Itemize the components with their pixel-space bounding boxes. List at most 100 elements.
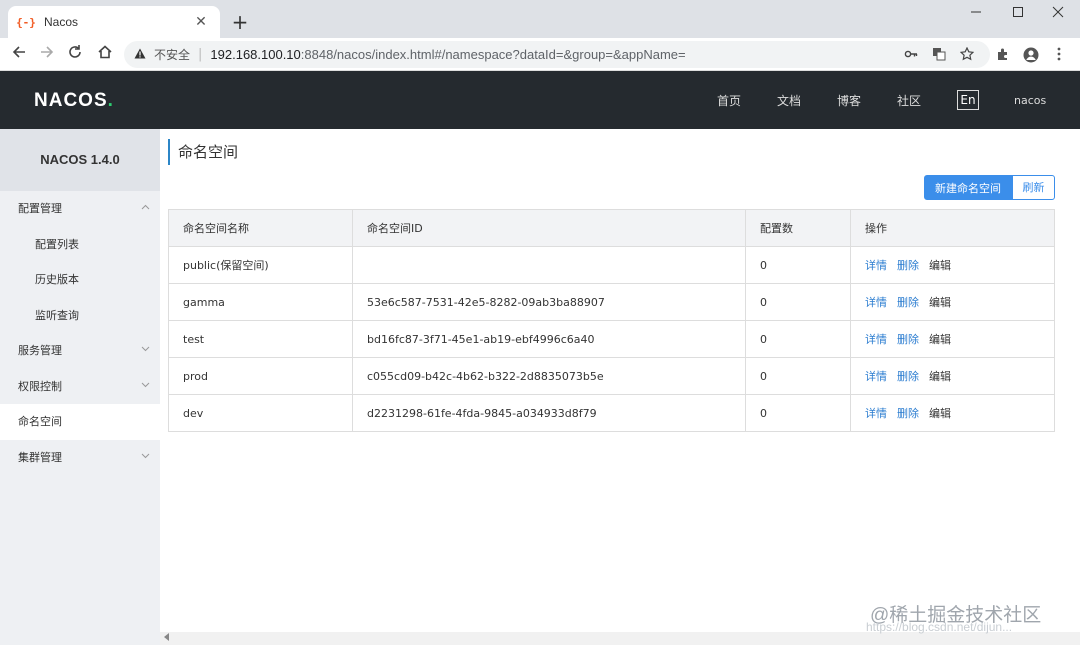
sidebar-item-config-list[interactable]: 配置列表 [0,227,160,263]
insecure-label: 不安全 [154,48,191,62]
chevron-down-icon [141,369,150,405]
config-count: 0 [745,394,851,432]
extensions-icon[interactable] [994,47,1012,65]
sidebar-item-history[interactable]: 历史版本 [0,262,160,298]
detail-link[interactable]: 详情 [865,259,887,272]
column-header-count: 配置数 [745,209,851,247]
sidebar-item-label: 配置列表 [35,237,79,251]
sidebar-item-label: 权限控制 [18,379,62,393]
config-count: 0 [745,283,851,321]
namespace-id: 53e6c587-7531-42e5-8282-09ab3ba88907 [352,283,746,321]
sidebar-item-config-management[interactable]: 配置管理 [0,191,160,227]
reload-icon[interactable] [62,42,88,68]
table-header-row: 命名空间名称 命名空间ID 配置数 操作 [168,209,1055,247]
edit-link[interactable]: 编辑 [929,407,951,420]
delete-link[interactable]: 删除 [897,407,919,420]
namespace-name: gamma [168,283,353,321]
edit-link[interactable]: 编辑 [929,259,951,272]
window-close-icon[interactable] [1038,0,1078,30]
detail-link[interactable]: 详情 [865,407,887,420]
sidebar-item-label: 配置管理 [18,202,62,215]
row-actions: 详情 删除 编辑 [850,246,1055,284]
sidebar-item-namespace[interactable]: 命名空间 [0,404,160,440]
sidebar-item-label: 历史版本 [35,273,79,286]
detail-link[interactable]: 详情 [865,296,887,309]
nacos-logo[interactable]: NACOS. [34,90,114,112]
menu-kebab-icon[interactable] [1050,47,1068,65]
edit-link[interactable]: 编辑 [929,333,951,346]
chevron-up-icon [141,191,150,227]
namespace-name: public(保留空间) [168,246,353,284]
address-bar[interactable]: 不安全 | 192.168.100.10:8848/nacos/index.ht… [124,41,990,68]
forward-icon[interactable] [34,42,60,68]
new-namespace-button[interactable]: 新建命名空间 [924,175,1012,200]
nav-docs[interactable]: 文档 [777,92,801,109]
column-header-actions: 操作 [850,209,1055,247]
delete-link[interactable]: 删除 [897,259,919,272]
browser-toolbar: 不安全 | 192.168.100.10:8848/nacos/index.ht… [0,38,1080,71]
delete-link[interactable]: 删除 [897,296,919,309]
sidebar-item-label: 监听查询 [35,308,79,322]
main-content: 命名空间 新建命名空间 刷新 命名空间名称 命名空间ID 配置数 操作 publ… [160,129,1080,645]
sidebar-item-label: 集群管理 [18,450,62,464]
detail-link[interactable]: 详情 [865,333,887,346]
chevron-down-icon [141,333,150,369]
home-icon[interactable] [92,42,118,68]
table-row: public(保留空间) 0 详情 删除 编辑 [168,246,1055,284]
row-actions: 详情 删除 编辑 [850,357,1055,395]
namespace-name: test [168,320,353,358]
nav-blog[interactable]: 博客 [837,92,861,109]
key-icon[interactable] [902,47,920,64]
table-row: prod c055cd09-b42c-4b62-b322-2d8835073b5… [168,357,1055,395]
user-menu[interactable]: nacos [1014,94,1046,107]
namespace-id: d2231298-61fe-4fda-9845-a034933d8f79 [352,394,746,432]
translate-icon[interactable] [930,47,948,64]
table-row: dev d2231298-61fe-4fda-9845-a034933d8f79… [168,394,1055,432]
delete-link[interactable]: 删除 [897,370,919,383]
row-actions: 详情 删除 编辑 [850,394,1055,432]
namespace-name: prod [168,357,353,395]
maximize-icon[interactable] [998,0,1038,30]
detail-link[interactable]: 详情 [865,370,887,383]
close-tab-icon[interactable]: ✕ [192,14,210,30]
column-header-name: 命名空间名称 [168,209,353,247]
namespace-id [352,246,746,284]
new-tab-icon[interactable]: + [228,10,252,34]
app-header: NACOS. 首页 文档 博客 社区 En nacos [0,71,1080,129]
row-actions: 详情 删除 编辑 [850,283,1055,321]
bookmark-star-icon[interactable] [958,46,976,64]
url-path: :8848/nacos/index.html#/namespace?dataId… [300,47,686,62]
language-toggle[interactable]: En [957,90,979,110]
browser-tab[interactable]: {-} Nacos ✕ [8,6,220,38]
config-count: 0 [745,246,851,284]
nacos-favicon-icon: {-} [16,15,36,29]
row-actions: 详情 删除 编辑 [850,320,1055,358]
url-host: 192.168.100.10 [210,47,301,62]
nav-home[interactable]: 首页 [717,92,741,109]
column-header-id: 命名空间ID [352,209,746,247]
table-row: test bd16fc87-3f71-45e1-ab19-ebf4996c6a4… [168,320,1055,358]
logo-text: NACOS [34,90,108,111]
namespace-id: bd16fc87-3f71-45e1-ab19-ebf4996c6a40 [352,320,746,358]
edit-link[interactable]: 编辑 [929,296,951,309]
sidebar-item-access-control[interactable]: 权限控制 [0,369,160,405]
namespace-id: c055cd09-b42c-4b62-b322-2d8835073b5e [352,357,746,395]
sidebar-item-label: 命名空间 [18,415,62,428]
sidebar-item-service-management[interactable]: 服务管理 [0,333,160,369]
namespace-name: dev [168,394,353,432]
sidebar-item-listener-query[interactable]: 监听查询 [0,298,160,334]
logo-dot: . [107,90,114,111]
edit-link[interactable]: 编辑 [929,370,951,383]
profile-icon[interactable] [1022,47,1040,67]
minimize-icon[interactable] [956,0,996,30]
refresh-button[interactable]: 刷新 [1012,175,1055,200]
back-icon[interactable] [6,42,32,68]
scroll-left-icon[interactable] [164,632,170,645]
version-label: NACOS 1.4.0 [0,129,160,191]
namespace-table: 命名空间名称 命名空间ID 配置数 操作 public(保留空间) 0 详情 删除… [168,209,1055,432]
delete-link[interactable]: 删除 [897,333,919,346]
nav-community[interactable]: 社区 [897,92,921,109]
sidebar-item-cluster-management[interactable]: 集群管理 [0,440,160,476]
warning-icon [134,48,148,62]
sidebar: NACOS 1.4.0 配置管理 配置列表 历史版本 监听查询 服务管理 权限控… [0,129,160,645]
